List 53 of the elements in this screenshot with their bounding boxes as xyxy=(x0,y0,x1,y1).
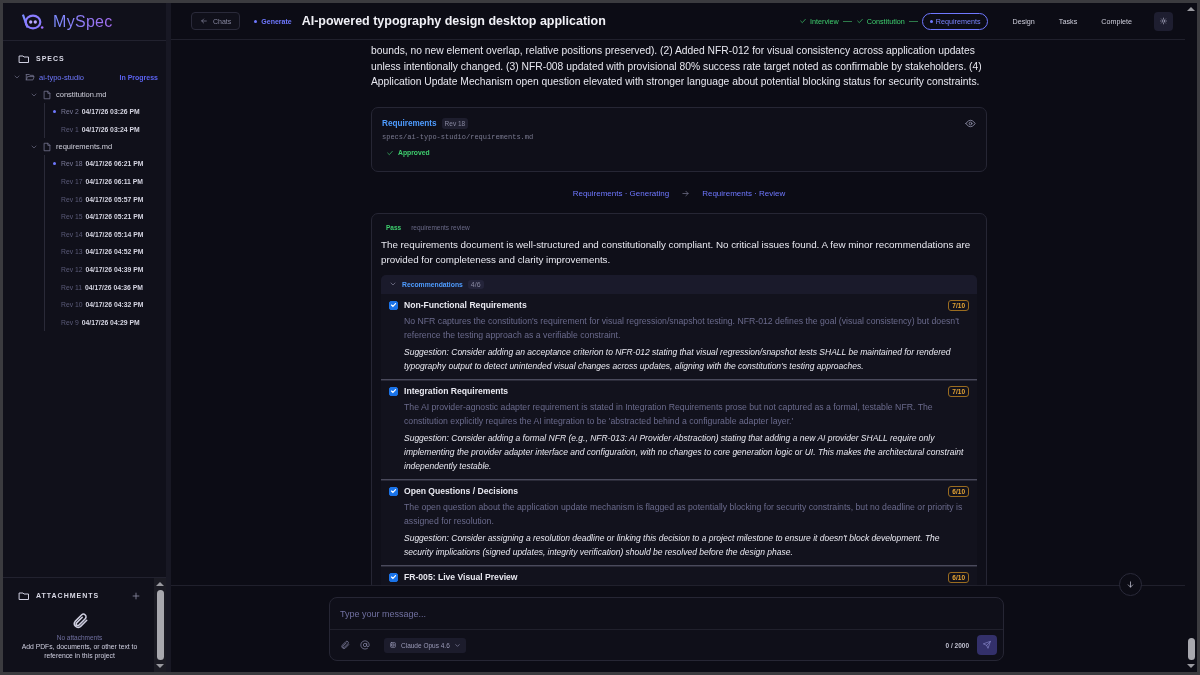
scrollbar[interactable] xyxy=(154,578,166,672)
suggestion-text: Suggestion: Consider adding a formal NFR (e.g., NFR-013: AI Provider Abstraction) stating that adding a new AI provider SHALL require only implementing the provider adapter interface and configuration, with no changes to core generation logic or UI. This makes the architectural constraint independently testable. xyxy=(404,431,965,473)
checkbox[interactable] xyxy=(389,572,398,582)
plus-icon xyxy=(131,590,141,601)
recommendation-text: The AI provider-agnostic adapter requirement is stated in Integration Requirements prose but not captured as a formal, testable NFR. The constitution explicitly requires the AI integration to be 'abstracted behind a configurable adapter layer.' xyxy=(404,400,934,428)
send-button[interactable] xyxy=(977,635,997,655)
checkbox[interactable] xyxy=(389,300,398,310)
recommendation-title: Integration Requirements xyxy=(404,386,510,396)
arrow-left-icon xyxy=(200,17,208,25)
arrow-right-icon xyxy=(681,188,691,198)
preview-button[interactable] xyxy=(965,117,976,129)
dot-icon xyxy=(254,19,258,23)
check-icon xyxy=(386,148,394,157)
at-sign-icon xyxy=(360,640,370,650)
eye-icon xyxy=(965,117,976,129)
chat-title: AI-powered typography design desktop application xyxy=(301,14,607,28)
caret-icon xyxy=(453,641,461,649)
dot-icon xyxy=(929,19,933,23)
recommendation-text: No NFR captures the constitution's requirement for visual regression/snapshot testing. NFR-012 defines the goal (visual consistency) but doesn't reference the testing approach as a verifiable constraint. xyxy=(404,314,961,342)
message-input[interactable]: Type your message... xyxy=(330,598,1003,630)
paperclip-icon xyxy=(340,640,350,650)
file-icon xyxy=(42,141,52,152)
app-logo: MySpec xyxy=(53,12,113,31)
review-text: The requirements document is well-structured and constitutionally compliant. No critical issues found. A few minor recommendations are provided for completeness and clarity improvements. xyxy=(381,237,972,267)
folder-icon xyxy=(18,589,30,602)
paperclip-icon xyxy=(70,612,89,630)
checkbox[interactable] xyxy=(389,386,398,396)
check-icon xyxy=(390,487,397,495)
check-icon xyxy=(799,17,807,25)
suggestion-text: Suggestion: Consider assigning a resolution deadline or linking this decision to a project milestone to ensure it doesn't block development. The security implications (signed updates, integrity verification) should be resolved before the design phase. xyxy=(404,531,941,559)
document-link[interactable]: Requirements xyxy=(382,118,437,128)
theme-toggle-button[interactable] xyxy=(1154,11,1173,31)
recommendation-text: The open question about the application update mechanism is flagged as potentially blocking for security constraints, but no deadline or priority is assigned for resolution. xyxy=(404,500,964,528)
file-icon xyxy=(42,89,52,100)
check-icon xyxy=(855,17,864,25)
chip-icon xyxy=(389,641,397,649)
suggestion-text: Suggestion: Consider adding an acceptance criterion to NFR-012 stating that visual regression/snapshot tests SHALL be maintained for rendered typography output to detect unintended visual changes across updates, aligning with the constitution's testing approaches. xyxy=(404,345,952,373)
send-icon xyxy=(983,640,991,650)
check-icon xyxy=(390,573,397,581)
phase-label: Requirements · Review xyxy=(702,188,786,198)
recommendation-title: Open Questions / Decisions xyxy=(404,486,520,496)
arrow-down-icon xyxy=(1126,579,1135,590)
phase-label: Requirements · Generating xyxy=(572,188,670,198)
check-icon xyxy=(390,301,397,309)
folder-icon xyxy=(18,52,30,65)
sun-icon xyxy=(1160,16,1167,26)
message-text: bounds, no new element overlap, relative positions preserved). (2) Added NFR-012 for visual consistency across application updates unless intentionally changed. (3) NFR-008 updated with provisional 80% success rate target noted as confirmable by stakeholders. (4) Application Update Mechanism open question elevated with stronger language about potential blocking status for security constraints. xyxy=(371,44,983,89)
add-attachment-button[interactable] xyxy=(131,590,141,601)
recommendation-title: Non-Functional Requirements xyxy=(404,300,528,310)
recommendation-title: FR-005: Live Visual Preview xyxy=(404,572,519,582)
checkbox[interactable] xyxy=(389,486,398,496)
folder-icon xyxy=(25,72,35,82)
check-icon xyxy=(390,387,397,395)
